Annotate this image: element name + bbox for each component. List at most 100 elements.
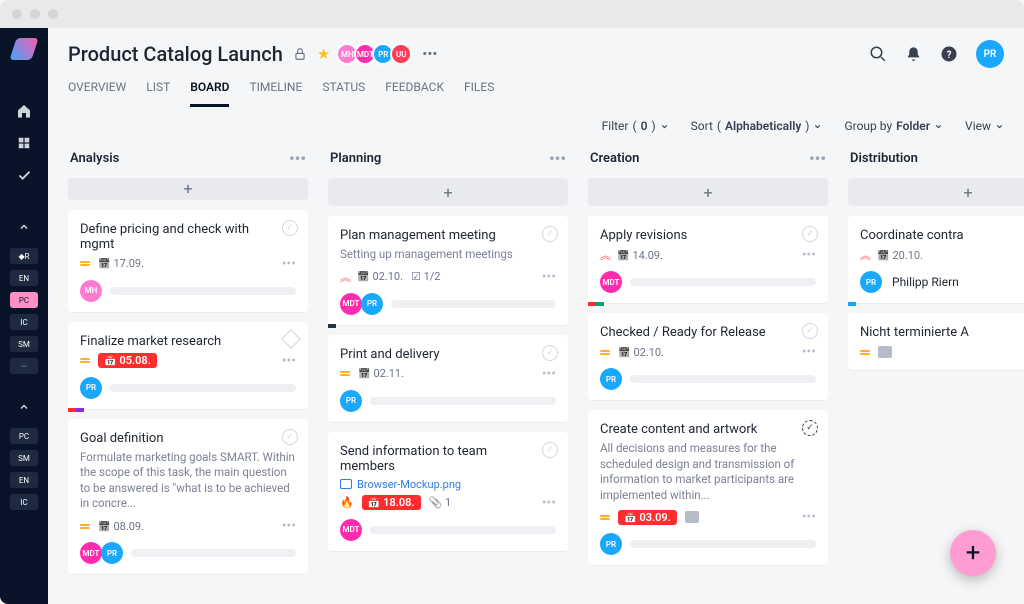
card-menu-icon[interactable]: ••• — [282, 256, 296, 272]
status-icon[interactable]: ✓ — [802, 226, 818, 242]
tab-board[interactable]: BOARD — [190, 80, 229, 107]
tab-feedback[interactable]: FEEDBACK — [385, 80, 444, 107]
check-icon[interactable] — [13, 164, 35, 186]
card[interactable]: ✓Apply revisions︽14.09.•••MDT — [588, 216, 828, 303]
due-date[interactable]: 02.10. — [357, 270, 403, 283]
status-icon[interactable]: ✓ — [282, 220, 298, 236]
workspace-chip[interactable]: EN — [10, 270, 38, 286]
card-menu-icon[interactable]: ••• — [542, 269, 556, 285]
due-date[interactable]: 18.08. — [362, 495, 421, 510]
card[interactable]: ✓Nicht terminierte A••• — [848, 313, 1024, 370]
due-date[interactable]: 17.09. — [98, 257, 144, 270]
workspace-chip[interactable]: PC — [10, 292, 38, 308]
card[interactable]: ✓Print and delivery02.11.•••PR — [328, 335, 568, 422]
status-done-icon[interactable]: ✓ — [802, 420, 818, 436]
sort-button[interactable]: Sort (Alphabetically) — [691, 119, 823, 133]
workspace-chip[interactable]: IC — [10, 314, 38, 330]
view-button[interactable]: View — [965, 119, 1004, 133]
assignee-avatar[interactable]: MDT — [340, 293, 362, 315]
help-icon[interactable]: ? — [940, 45, 958, 63]
status-icon[interactable]: ✓ — [542, 442, 558, 458]
user-avatar[interactable]: PR — [976, 40, 1004, 68]
home-icon[interactable] — [13, 100, 35, 122]
tab-overview[interactable]: OVERVIEW — [68, 80, 126, 107]
card[interactable]: ✓Checked / Ready for Release02.10.•••PR — [588, 313, 828, 400]
column-menu-icon[interactable]: ••• — [809, 149, 826, 168]
card-menu-icon[interactable]: ••• — [542, 366, 556, 382]
add-card-button[interactable]: + — [848, 178, 1024, 206]
card-menu-icon[interactable]: ••• — [282, 353, 296, 369]
card[interactable]: ✓Goal definitionFormulate marketing goal… — [68, 419, 308, 574]
filter-button[interactable]: Filter (0) — [602, 119, 669, 133]
status-icon[interactable]: ✓ — [542, 345, 558, 361]
star-icon[interactable]: ★ — [317, 45, 330, 63]
card[interactable]: ✓Define pricing and check with mgmt17.09… — [68, 210, 308, 312]
card[interactable]: ✓Coordinate contra︽20.10.•••PRPhilipp Ri… — [848, 216, 1024, 303]
tab-status[interactable]: STATUS — [322, 80, 365, 107]
due-date[interactable]: 14.09. — [617, 249, 663, 262]
due-date[interactable]: 08.09. — [98, 520, 144, 533]
chat-icon[interactable] — [685, 511, 699, 523]
close-dot[interactable] — [12, 9, 22, 19]
card-menu-icon[interactable]: ••• — [542, 495, 556, 511]
assignee-avatar[interactable]: PR — [101, 542, 123, 564]
card[interactable]: Finalize market research05.08.•••PR — [68, 322, 308, 409]
card-menu-icon[interactable]: ••• — [802, 247, 816, 263]
app-logo[interactable] — [9, 38, 38, 60]
due-date[interactable]: 05.08. — [98, 353, 157, 368]
chevron-up-icon[interactable] — [13, 216, 35, 238]
workspace-chip[interactable]: ··· — [10, 358, 38, 374]
card-menu-icon[interactable]: ••• — [802, 509, 816, 525]
column-menu-icon[interactable]: ••• — [289, 149, 306, 168]
assignee-avatar[interactable]: MDT — [600, 271, 622, 293]
assignee-avatar[interactable]: PR — [361, 293, 383, 315]
tab-timeline[interactable]: TIMELINE — [249, 80, 302, 107]
assignee-avatar[interactable]: MDT — [80, 542, 102, 564]
workspace-chip[interactable]: SM — [10, 450, 38, 466]
assignee-avatar[interactable]: MH — [80, 280, 102, 302]
workspace-chip[interactable]: EN — [10, 472, 38, 488]
status-icon[interactable]: ✓ — [282, 429, 298, 445]
assignee-avatar[interactable]: PR — [600, 533, 622, 555]
dashboard-icon[interactable] — [13, 132, 35, 154]
status-icon[interactable]: ✓ — [542, 226, 558, 242]
search-icon[interactable] — [869, 45, 887, 63]
tab-list[interactable]: LIST — [146, 80, 170, 107]
status-icon[interactable]: ✓ — [802, 323, 818, 339]
minimize-dot[interactable] — [30, 9, 40, 19]
add-fab[interactable]: + — [950, 530, 996, 576]
add-card-button[interactable]: + — [328, 178, 568, 206]
workspace-chip[interactable]: PC — [10, 428, 38, 444]
card[interactable]: ✓Plan management meetingSetting up manag… — [328, 216, 568, 325]
chevron-up-icon-2[interactable] — [13, 396, 35, 418]
workspace-chip[interactable]: IC — [10, 494, 38, 510]
card-menu-icon[interactable]: ••• — [802, 344, 816, 360]
more-icon[interactable]: ••• — [422, 45, 437, 63]
card[interactable]: ✓Create content and artworkAll decisions… — [588, 410, 828, 565]
assignee-avatar[interactable]: PR — [600, 368, 622, 390]
add-card-button[interactable]: + — [588, 178, 828, 206]
assignee-avatar[interactable]: PR — [80, 377, 102, 399]
assignee-avatar[interactable]: PR — [340, 390, 362, 412]
member-avatar[interactable]: UU — [390, 43, 412, 65]
workspace-chip[interactable]: ◆R — [10, 248, 38, 264]
attachment-link[interactable]: Browser-Mockup.png — [340, 478, 556, 491]
card-menu-icon[interactable]: ••• — [282, 518, 296, 534]
due-date[interactable]: 20.10. — [877, 249, 923, 262]
chat-icon[interactable] — [878, 346, 892, 358]
card[interactable]: ✓Send information to team membersBrowser… — [328, 432, 568, 551]
due-date[interactable]: 02.11. — [358, 367, 404, 380]
lock-icon[interactable] — [293, 47, 307, 61]
maximize-dot[interactable] — [48, 9, 58, 19]
tab-files[interactable]: FILES — [464, 80, 494, 107]
groupby-button[interactable]: Group by Folder — [844, 119, 943, 133]
column-menu-icon[interactable]: ••• — [549, 149, 566, 168]
bell-icon[interactable] — [905, 46, 922, 63]
due-date[interactable]: 03.09. — [618, 510, 677, 525]
workspace-chip[interactable]: SM — [10, 336, 38, 352]
project-members[interactable]: MHMDTPRUU — [340, 43, 412, 65]
add-card-button[interactable]: + — [68, 178, 308, 200]
assignee-avatar[interactable]: PR — [860, 271, 882, 293]
assignee-avatar[interactable]: MDT — [340, 519, 362, 541]
due-date[interactable]: 02.10. — [618, 346, 664, 359]
